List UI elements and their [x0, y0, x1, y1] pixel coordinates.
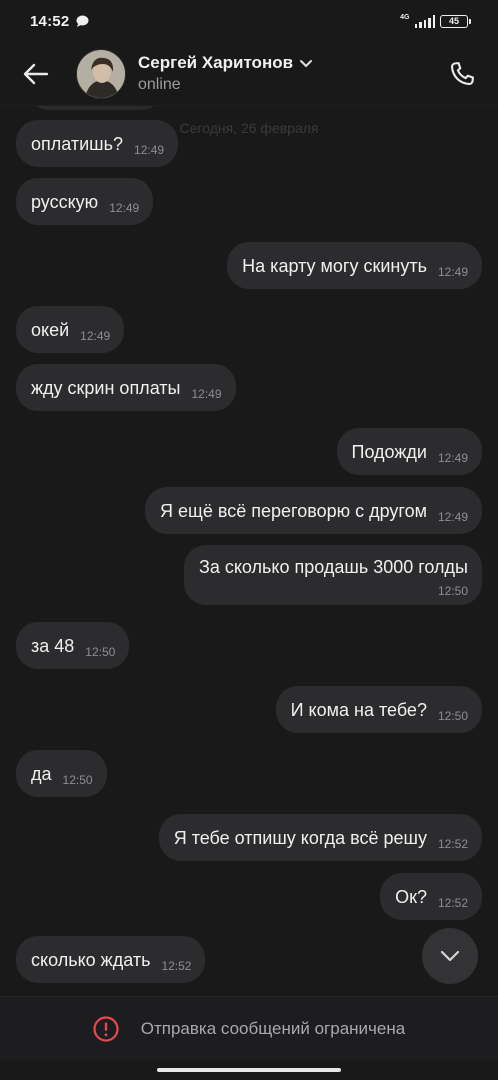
- message-time: 12:49: [134, 143, 165, 157]
- message-time: 12:49: [437, 265, 468, 279]
- message-text: За сколько продашь 3000 голды: [198, 557, 468, 577]
- message-time: 12:52: [437, 896, 468, 910]
- message-bubble-incoming[interactable]: оплатишь? 12:49: [16, 120, 179, 167]
- message-time: 12:49: [109, 201, 140, 215]
- contact-name: Сергей Харитонов: [138, 53, 294, 72]
- message-text: Ок?: [395, 887, 427, 907]
- messaging-restricted-bar: Отправка сообщений ограничена: [0, 996, 498, 1060]
- chat-header: Сергей Харитонов online: [0, 42, 498, 106]
- message-bubble-incoming[interactable]: окей 12:49: [16, 306, 125, 353]
- call-button[interactable]: [444, 56, 480, 92]
- message-time: 12:50: [437, 584, 468, 598]
- message-bubble-outgoing[interactable]: Подожди 12:49: [336, 428, 482, 475]
- contact-info[interactable]: Сергей Харитонов online: [138, 53, 313, 94]
- status-time: 14:52: [30, 12, 70, 30]
- message-time: 12:50: [85, 645, 116, 659]
- message-bubble-outgoing[interactable]: И кома на тебе? 12:50: [275, 686, 482, 733]
- message-time: 12:49: [80, 329, 111, 343]
- warning-icon: [93, 1015, 119, 1042]
- status-indicators: 4G 45: [400, 13, 471, 28]
- avatar[interactable]: [76, 48, 126, 99]
- message-time: 12:50: [437, 709, 468, 723]
- avatar-photo: [77, 49, 125, 98]
- chevron-down-icon: [300, 59, 313, 67]
- status-bar: 14:52 4G 45: [0, 0, 498, 42]
- message-bubble-incoming[interactable]: сколько ждать 12:52: [16, 936, 206, 983]
- message-bubble-incoming[interactable]: русскую 12:49: [16, 178, 154, 225]
- message-time: 12:52: [437, 837, 468, 851]
- message-text: Я ещё всё переговорю с другом: [160, 501, 427, 521]
- message-text: На карту могу скинуть: [242, 256, 427, 276]
- message-bubble-outgoing[interactable]: Я ещё всё переговорю с другом 12:49: [145, 487, 482, 534]
- message-time: 12:50: [62, 773, 93, 787]
- message-bubble-outgoing[interactable]: На карту могу скинуть 12:49: [227, 242, 482, 289]
- chat-bubble-icon: [76, 15, 89, 27]
- message-bubble-incoming[interactable]: да 12:50: [16, 750, 107, 797]
- battery-level: 45: [448, 16, 459, 26]
- system-nav-bar: [0, 1060, 498, 1080]
- partial-message: [30, 106, 160, 110]
- message-text: И кома на тебе?: [290, 700, 427, 720]
- scroll-down-chevron-icon: [440, 950, 460, 962]
- message-text: окей: [31, 320, 70, 340]
- message-text: Подожди: [351, 442, 427, 462]
- message-text: за 48: [31, 636, 75, 656]
- battery-icon: 45: [440, 14, 471, 28]
- message-text: жду скрин оплаты: [31, 378, 181, 398]
- message-text: да: [31, 764, 52, 784]
- message-text: оплатишь?: [31, 134, 124, 154]
- restriction-text: Отправка сообщений ограничена: [140, 1018, 406, 1038]
- home-gesture-pill[interactable]: [157, 1068, 341, 1072]
- back-arrow-icon: [23, 63, 49, 84]
- message-bubble-outgoing[interactable]: Ок? 12:52: [380, 873, 482, 920]
- contact-status: online: [138, 76, 181, 93]
- phone-icon: [450, 61, 474, 85]
- signal-icon: [414, 14, 435, 28]
- message-time: 12:52: [161, 959, 192, 973]
- message-text: сколько ждать: [31, 950, 151, 970]
- message-list[interactable]: Сегодня, 26 февраля оплатишь? 12:49 русс…: [0, 106, 498, 996]
- message-text: Я тебе отпишу когда всё решу: [173, 828, 427, 848]
- message-text: русскую: [31, 192, 99, 212]
- message-bubble-outgoing[interactable]: Я тебе отпишу когда всё решу 12:52: [158, 814, 482, 861]
- message-time: 12:49: [191, 387, 222, 401]
- message-time: 12:49: [437, 510, 468, 524]
- network-type: 4G: [400, 13, 410, 21]
- message-bubble-outgoing[interactable]: За сколько продашь 3000 голды 12:50: [183, 545, 482, 605]
- back-button[interactable]: [16, 54, 56, 94]
- chat-screen: 14:52 4G 45 Сергей Харитонов online Сего…: [0, 0, 498, 1080]
- message-bubble-incoming[interactable]: за 48 12:50: [16, 622, 130, 669]
- message-bubble-incoming[interactable]: жду скрин оплаты 12:49: [16, 364, 236, 411]
- message-time: 12:49: [437, 451, 468, 465]
- scroll-down-button[interactable]: [422, 928, 478, 984]
